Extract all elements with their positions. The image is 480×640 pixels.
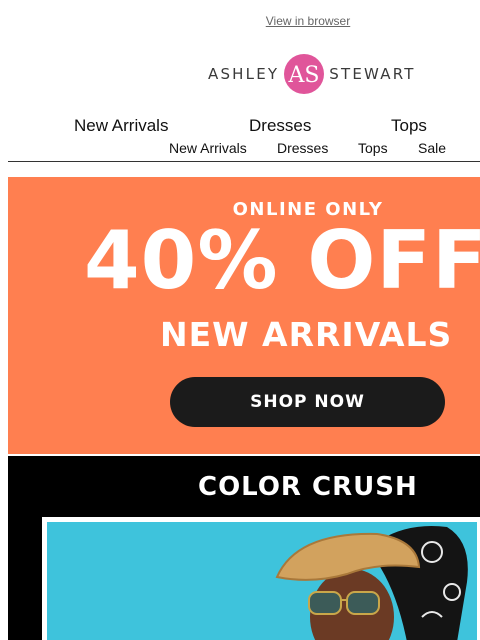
color-crush-section[interactable]: COLOR CRUSH (8, 456, 480, 640)
nav-secondary-tops[interactable]: Tops (358, 140, 388, 156)
logo-word-left: ASHLEY (208, 65, 280, 83)
brand-logo[interactable]: ASHLEY AS STEWART (208, 52, 416, 96)
nav-secondary-sale[interactable]: Sale (418, 140, 446, 156)
nav-primary-tops[interactable]: Tops (391, 116, 427, 136)
promo-banner[interactable]: ONLINE ONLY 40% OFF NEW ARRIVALS SHOP NO… (8, 177, 480, 454)
view-in-browser-link[interactable]: View in browser (0, 14, 480, 28)
nav-primary-dresses[interactable]: Dresses (249, 116, 311, 136)
promo-headline: 40% OFF (84, 214, 480, 307)
logo-word-right: STEWART (329, 65, 416, 83)
secondary-nav: New Arrivals Dresses Tops Sale (0, 140, 480, 158)
nav-secondary-dresses[interactable]: Dresses (277, 140, 328, 156)
logo-mark-letters: AS (288, 63, 320, 88)
nav-primary-new-arrivals[interactable]: New Arrivals (74, 116, 168, 136)
shop-now-button[interactable]: SHOP NOW (170, 377, 445, 427)
promo-subhead: NEW ARRIVALS (160, 315, 453, 354)
primary-nav: New Arrivals Dresses Tops (0, 116, 480, 136)
logo-mark-icon: AS (284, 54, 325, 94)
nav-secondary-new-arrivals[interactable]: New Arrivals (169, 140, 247, 156)
color-crush-photo-frame[interactable] (42, 517, 480, 640)
color-crush-title: COLOR CRUSH (198, 472, 418, 502)
model-with-visor-illustration (275, 526, 468, 640)
nav-divider (8, 161, 480, 162)
color-crush-photo (47, 522, 477, 640)
